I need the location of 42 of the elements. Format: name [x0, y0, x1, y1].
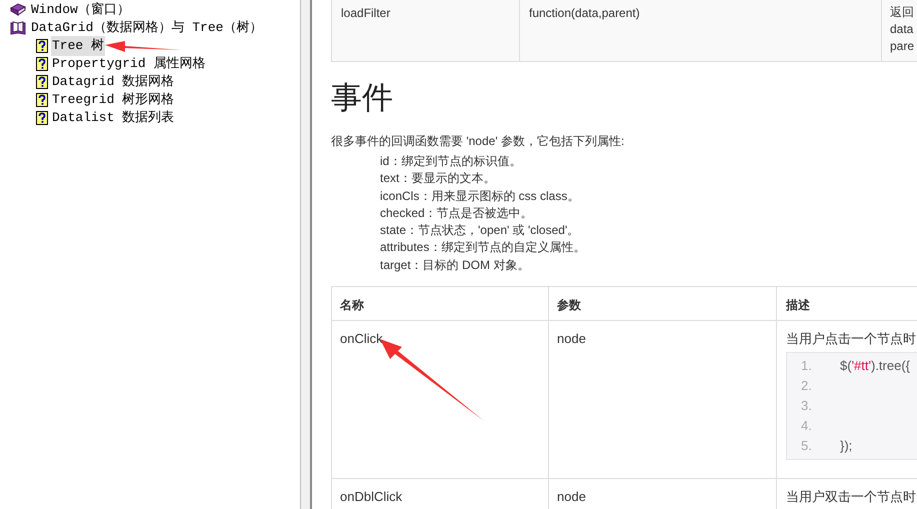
table-cell: node	[549, 321, 777, 478]
property-description: text：要显示的文本。	[380, 170, 496, 188]
table-cell-text: 当用户双击一个节点时	[786, 488, 917, 506]
open-book-icon	[10, 21, 26, 35]
book-icon	[10, 3, 26, 17]
help-icon	[36, 93, 48, 107]
table-cell: node	[549, 478, 777, 509]
help-icon	[36, 39, 48, 53]
table-cell-text: 当用户点击一个节点时	[786, 330, 917, 348]
code-line: $('#tt').tree({	[840, 356, 910, 375]
property-description: checked：节点是否被选中。	[380, 204, 533, 222]
table-cell: onDblClick	[332, 478, 549, 509]
property-description: attributes：绑定到节点的自定义属性。	[380, 239, 586, 256]
table-cell: loadFilter	[332, 0, 520, 61]
line-number: 2.	[800, 376, 813, 395]
tree-item[interactable]: Treegrid 树形网格	[51, 90, 176, 110]
line-number: 5.	[800, 436, 813, 455]
line-number: 3.	[800, 396, 813, 415]
table-cell-text: 返回 data pare	[889, 4, 916, 55]
intro-text: 很多事件的回调函数需要 'node' 参数，它包括下列属性:	[331, 133, 626, 150]
code-line: });	[840, 436, 852, 455]
column-header: 名称	[332, 287, 549, 320]
column-header: 描述	[784, 297, 811, 314]
tree-item[interactable]: Datagrid 数据网格	[51, 72, 176, 92]
property-description: state：节点状态，'open' 或 'closed'。	[380, 222, 580, 240]
tree-item[interactable]: Window（窗口）	[30, 0, 131, 20]
help-icon	[36, 57, 48, 71]
property-description: id：绑定到节点的标识值。	[380, 153, 522, 170]
section-heading: 事件	[331, 80, 394, 116]
table-cell: function(data,parent)	[520, 0, 882, 61]
help-icon	[36, 75, 48, 89]
tree-item[interactable]: Datalist 数据列表	[51, 108, 176, 128]
column-header: 参数	[549, 287, 777, 320]
line-number: 1.	[800, 356, 813, 375]
property-description: target：目标的 DOM 对象。	[380, 256, 530, 274]
help-icon	[36, 111, 48, 125]
line-number: 4.	[800, 416, 813, 435]
splitter-bar[interactable]	[300, 0, 312, 509]
tree-item[interactable]: Propertygrid 属性网格	[51, 54, 206, 74]
tree-item[interactable]: Tree 树	[51, 36, 106, 56]
property-description: iconCls：用来显示图标的 css class。	[380, 188, 580, 205]
tree-item[interactable]: DataGrid（数据网格）与 Tree（树）	[30, 18, 264, 38]
